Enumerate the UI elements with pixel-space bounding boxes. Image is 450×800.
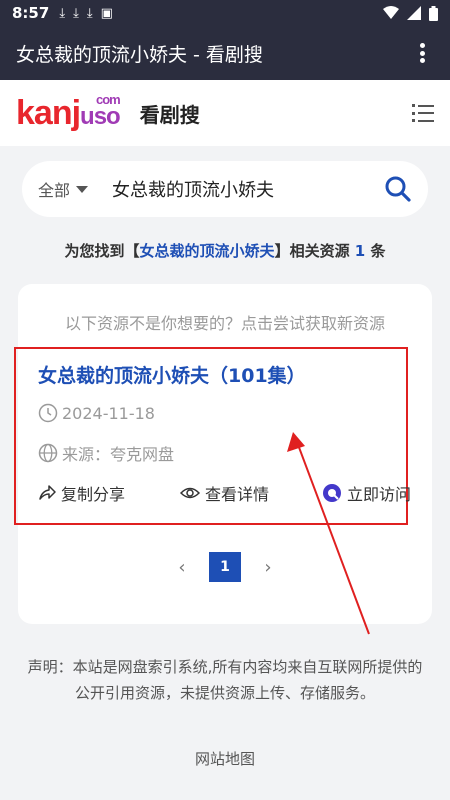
view-detail-button[interactable]: 查看详情 [180, 481, 322, 505]
visit-now-button[interactable]: 立即访问 [322, 481, 411, 505]
quark-logo-icon [323, 484, 341, 502]
result-count-keyword: 女总裁的顶流小娇夫 [139, 242, 275, 260]
prev-page-icon[interactable]: ‹ [177, 557, 187, 578]
logo-text-kan: kan [16, 93, 73, 132]
globe-icon [38, 443, 58, 463]
result-date: 2024-11-18 [38, 403, 155, 423]
site-logo[interactable]: kan j uso com [16, 91, 121, 133]
search-bar: 全部 [22, 161, 428, 217]
logo-text-com: com [95, 91, 121, 107]
status-time: 8:57 [12, 4, 50, 22]
signal-icon [407, 6, 421, 20]
search-scope-label: 全部 [38, 181, 71, 200]
clock-icon [38, 403, 58, 423]
search-scope-dropdown[interactable]: 全部 [38, 177, 89, 201]
sitemap-link[interactable]: 网站地图 [0, 748, 450, 769]
pagination: ‹ 1 › [0, 552, 450, 582]
result-count-prefix: 为您找到【 [64, 242, 140, 260]
share-icon [39, 485, 56, 500]
battery-icon [429, 5, 438, 21]
result-title-link[interactable]: 女总裁的顶流小娇夫（101集） [38, 361, 306, 388]
site-name: 看剧搜 [139, 102, 200, 127]
logo-text-j: j [71, 93, 82, 132]
copy-share-label: 复制分享 [61, 485, 126, 504]
view-detail-label: 查看详情 [205, 485, 270, 504]
result-actions: 复制分享 查看详情 立即访问 [38, 481, 418, 505]
overflow-menu-icon[interactable] [410, 41, 434, 65]
download-icon: ⤓ [73, 5, 79, 21]
result-date-text: 2024-11-18 [62, 403, 155, 423]
result-count-suffix: 条 [365, 242, 386, 260]
visit-now-label: 立即访问 [347, 485, 412, 504]
result-count: 为您找到【女总裁的顶流小娇夫】相关资源 1 条 [0, 240, 450, 261]
result-count-middle: 】相关资源 [274, 242, 355, 260]
refresh-hint-link[interactable]: 以下资源不是你想要的？点击尝试获取新资源 [18, 310, 432, 334]
image-icon: ▣ [100, 5, 113, 21]
result-source: 来源：夸克网盘 [38, 441, 174, 465]
eye-icon [180, 487, 200, 499]
download-icon: ⤓ [59, 5, 66, 21]
search-icon [385, 176, 411, 202]
result-count-number: 1 [354, 242, 366, 260]
logo-text-uso: uso [80, 102, 121, 130]
next-page-icon[interactable]: › [263, 557, 273, 578]
wifi-icon [383, 6, 399, 19]
app-bar: 女总裁的顶流小娇夫 - 看剧搜 [0, 26, 450, 80]
app-title: 女总裁的顶流小娇夫 - 看剧搜 [16, 43, 263, 66]
page-current[interactable]: 1 [209, 552, 241, 582]
status-bar: 8:57 ⤓ ⤓ ⤓ ▣ [0, 0, 450, 26]
list-menu-icon[interactable] [412, 104, 434, 122]
search-input[interactable] [112, 178, 363, 200]
search-button[interactable] [384, 175, 412, 203]
download-icon: ⤓ [86, 5, 93, 21]
result-source-text: 来源：夸克网盘 [62, 445, 175, 464]
site-header: kan j uso com 看剧搜 [0, 80, 450, 146]
copy-share-button[interactable]: 复制分享 [38, 481, 180, 505]
caret-down-icon [76, 185, 89, 193]
disclaimer-text: 声明：本站是网盘索引系统,所有内容均来自互联网所提供的公开引用资源，未提供资源上… [27, 658, 423, 702]
result-item: 女总裁的顶流小娇夫（101集） 2024-11-18 来源：夸克网盘 复制分享 … [14, 347, 411, 525]
